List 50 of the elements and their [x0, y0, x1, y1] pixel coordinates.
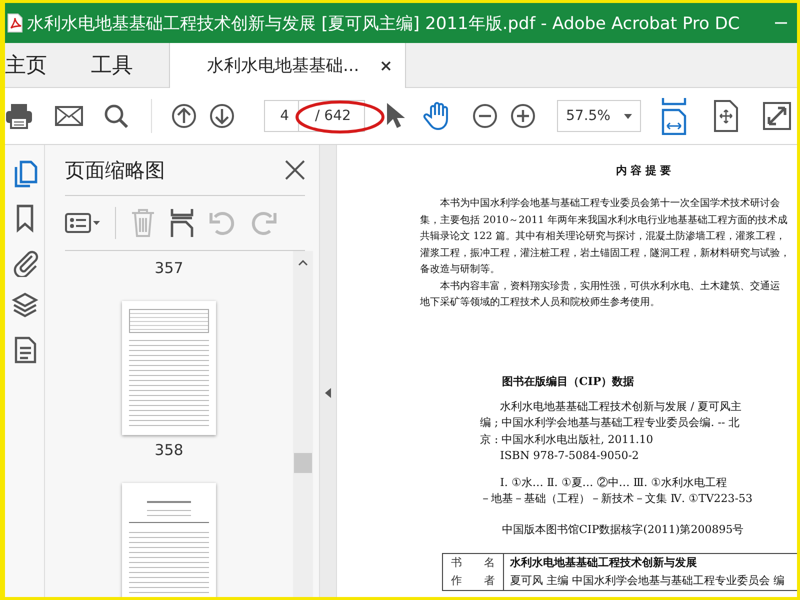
mail-icon[interactable]	[55, 106, 83, 126]
close-icon[interactable]	[285, 160, 305, 180]
zoom-in-icon[interactable]	[509, 102, 537, 130]
pdf-file-icon	[7, 13, 23, 33]
cursor-icon[interactable]	[385, 102, 405, 130]
table-cell: 作 者	[443, 572, 504, 590]
scroll-up-icon[interactable]	[298, 260, 308, 266]
page-heading: 内 容 提 要	[616, 163, 672, 178]
table-cell-text: 水利水电地基基础工程技术创新与发展	[508, 554, 697, 570]
zoom-dropdown[interactable]: 57.5%	[557, 100, 641, 132]
table-cell: 书 名	[443, 554, 504, 572]
search-icon[interactable]	[103, 103, 129, 129]
text-line: 本书为中国水利学会地基与基础工程专业委员会第十一次全国学术技术研讨会	[439, 196, 781, 211]
page-extract-icon[interactable]	[170, 208, 194, 238]
collapse-panel-icon[interactable]	[325, 388, 331, 398]
page-thumbnail[interactable]	[122, 483, 216, 597]
page-number-label: 357	[154, 259, 184, 277]
nav-tab[interactable]: 主页	[5, 43, 61, 87]
text-line: 水利水电地基基础工程技术创新与发展 / 夏可风主	[499, 398, 743, 414]
fit-width-icon[interactable]	[661, 97, 687, 135]
text-line: 共辑录论文 122 篇。其中有相关理论研究与探讨，混凝土防渗墙工程，灌浆工程，	[420, 230, 786, 244]
section-heading: 图书在版编目（CIP）数据	[502, 374, 636, 388]
page-count: / 642	[314, 108, 352, 124]
scrollbar-thumb[interactable]	[294, 453, 312, 473]
text-line: －地基－基础（工程）－新技术－文集 Ⅳ. ①TV223-53	[480, 491, 754, 507]
table-cell-text: 夏可风 主编 中国水利学会地基与基础工程专业委员会 编	[509, 572, 784, 588]
text-line: 地下采矿等领域的工程技术人员和院校师生参考使用。	[420, 296, 661, 310]
caret-icon	[624, 114, 632, 118]
nav-tab[interactable]: 工具	[91, 43, 169, 87]
scrollbar[interactable]	[293, 251, 313, 597]
full-screen-icon[interactable]	[763, 102, 791, 130]
options-menu-icon[interactable]	[65, 211, 101, 235]
text-line: 备改造与研制等。	[420, 262, 501, 277]
text-line: ISBN 978-7-5084-9050-2	[499, 448, 640, 464]
panel-title: 页面缩略图	[65, 156, 165, 184]
text-line: 中国版本图书馆CIP数据核字(2011)第200895号	[502, 522, 745, 536]
page-thumbnail[interactable]	[122, 301, 216, 435]
text-line: 京 : 中国水利水电出版社, 2011.10	[480, 432, 654, 448]
text-line: Ⅰ. ①水… Ⅱ. ①夏… ②中… Ⅲ. ①水利水电工程	[499, 474, 728, 490]
text-line: 本书内容丰富，资料翔实珍贵，实用性强，可供水利水电、土木建筑、交通运	[439, 280, 781, 294]
window-title: 水利水电地基基础工程技术创新与发展 [夏可风主编] 2011年版.pdf - Adobe Acrobat Pro DC	[27, 12, 741, 34]
zoom-out-icon[interactable]	[471, 102, 499, 130]
text-line: 集，主要包括 2010～2011 年两年来我国水利水电行业地基基础工程方面的技术成	[420, 214, 788, 228]
text-line: 编 ; 中国水利学会地基与基础工程专业委员会编. -- 北	[480, 415, 741, 431]
close-icon[interactable]	[381, 60, 392, 70]
print-icon[interactable]	[5, 103, 33, 129]
page-number-label: 358	[154, 441, 184, 459]
document-tab[interactable]: 水利水电地基基础...	[169, 43, 406, 88]
text-line: 灌浆工程，振冲工程，灌注桩工程，岩土锚固工程，隧洞工程，新材料研究与试验，	[420, 246, 791, 260]
fit-page-icon[interactable]	[713, 100, 739, 132]
